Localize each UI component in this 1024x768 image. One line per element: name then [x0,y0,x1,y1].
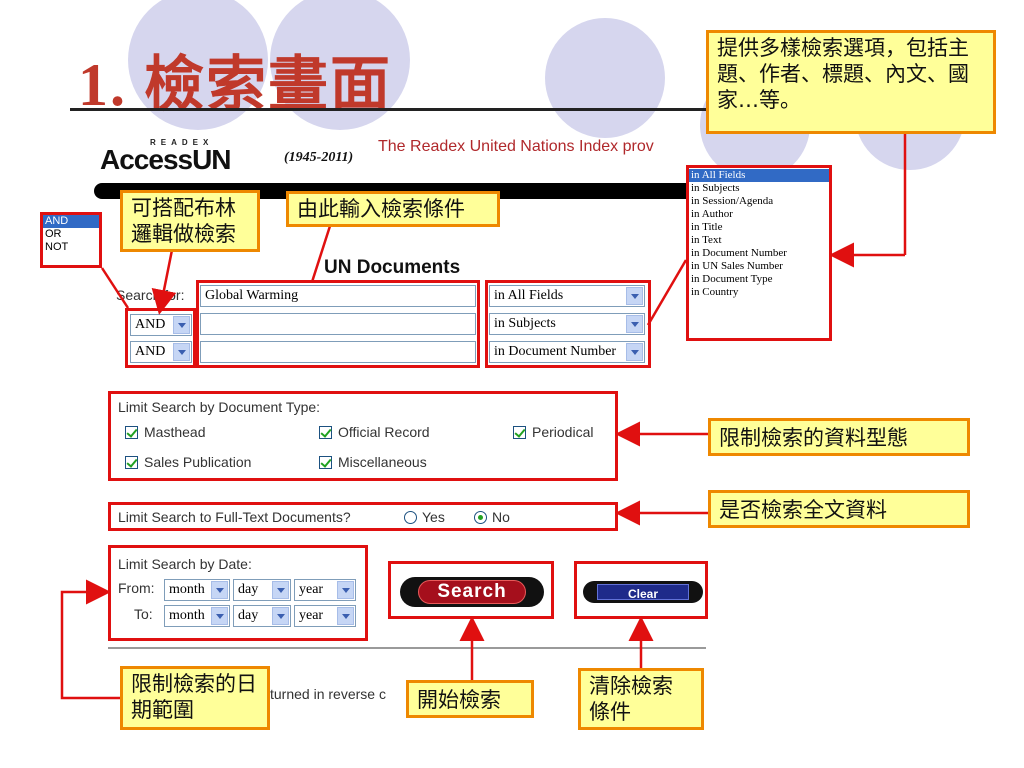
callout-boolean: 可搭配布林邏輯做檢索 [120,190,260,252]
callout-clear: 清除檢索條件 [578,668,704,730]
arrow-input [310,225,332,283]
callout-fulltext: 是否檢索全文資料 [708,490,970,528]
arrow-date [60,579,122,700]
connector-fields [646,259,688,326]
callout-date: 限制檢索的日期範圍 [120,666,270,730]
callout-input: 由此輸入檢索條件 [286,191,500,227]
arrow-boolean [151,249,177,315]
callout-doctype: 限制檢索的資料型態 [708,418,970,456]
connector-line [100,267,130,309]
callout-search-options: 提供多樣檢索選項，包括主題、作者、標題、內文、國家…等。 [706,30,996,134]
callout-search: 開始檢索 [406,680,534,718]
